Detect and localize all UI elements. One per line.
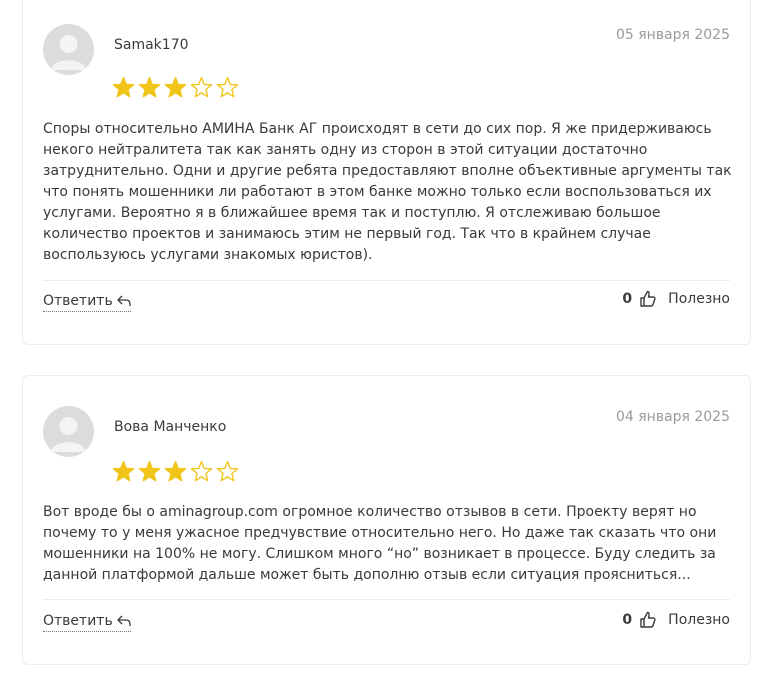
- like-count: 0: [622, 290, 633, 307]
- reply-arrow-icon: [116, 295, 131, 306]
- divider: [43, 280, 730, 281]
- reply-label: Ответить: [43, 293, 113, 309]
- star-filled-icon: [138, 460, 161, 482]
- reply-button[interactable]: Ответить: [43, 293, 131, 312]
- star-empty-icon: [190, 460, 213, 482]
- useful-button[interactable]: Полезно: [668, 612, 730, 628]
- reply-label: Ответить: [43, 613, 113, 629]
- review-text: Вот вроде бы о aminagroup.com огромное к…: [43, 504, 717, 583]
- rating-stars: [112, 460, 239, 482]
- review-text: Споры относительно АМИНА Банк АГ происхо…: [43, 121, 732, 263]
- star-filled-icon: [112, 76, 135, 98]
- review-card: Вова Манченко 04 января 2025 Вот вроде б…: [22, 375, 751, 665]
- thumbs-up-icon[interactable]: [640, 611, 656, 628]
- star-filled-icon: [112, 460, 135, 482]
- star-filled-icon: [138, 76, 161, 98]
- like-count: 0: [622, 611, 633, 628]
- review-date: 05 января 2025: [615, 27, 730, 43]
- thumbs-up-icon[interactable]: [640, 290, 656, 307]
- star-filled-icon: [164, 460, 187, 482]
- divider: [43, 599, 730, 600]
- useful-button[interactable]: Полезно: [668, 291, 730, 307]
- star-filled-icon: [164, 76, 187, 98]
- star-empty-icon: [190, 76, 213, 98]
- avatar: [43, 24, 94, 75]
- review-card: Samak170 05 января 2025 Споры относитель…: [22, 0, 751, 345]
- likes-area: 0 Полезно: [622, 611, 730, 628]
- review-author: Samak170: [114, 37, 189, 53]
- reply-arrow-icon: [116, 615, 131, 626]
- user-silhouette-icon: [51, 35, 86, 70]
- reply-button[interactable]: Ответить: [43, 613, 131, 632]
- star-empty-icon: [216, 76, 239, 98]
- star-empty-icon: [216, 460, 239, 482]
- avatar: [43, 406, 94, 457]
- rating-stars: [112, 76, 239, 98]
- likes-area: 0 Полезно: [622, 290, 730, 307]
- review-date: 04 января 2025: [615, 409, 730, 425]
- review-author: Вова Манченко: [114, 419, 227, 435]
- user-silhouette-icon: [51, 417, 86, 452]
